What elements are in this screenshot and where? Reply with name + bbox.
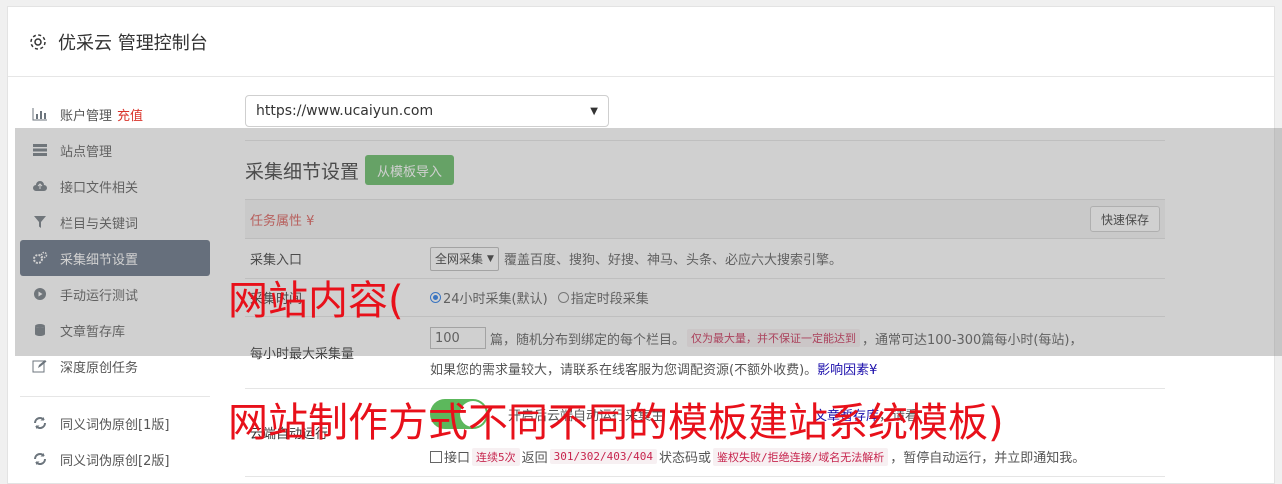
section-header: 采集细节设置 从模板导入	[245, 141, 1165, 199]
sidebar-item-synonym-v2[interactable]: 同义词伪原创[2版]	[20, 441, 210, 477]
row-time: 采集时间 24小时采集(默认) 指定时段采集	[245, 279, 1165, 317]
cloud-auto-toggle[interactable]	[430, 399, 488, 429]
sidebar-item-label: 手动运行测试	[60, 288, 139, 304]
task-properties-bar: 任务属性 ¥ 快速保存	[245, 199, 1165, 239]
filter-icon	[32, 215, 48, 229]
sidebar-item-collect-settings[interactable]: 采集细节设置	[20, 240, 210, 276]
import-template-button[interactable]: 从模板导入	[365, 155, 455, 185]
edit-icon	[32, 359, 48, 373]
play-circle-icon	[32, 287, 48, 301]
sidebar-item-interface[interactable]: 接口文件相关	[20, 168, 210, 204]
row-entry: 采集入口 全网采集 ▼ 覆盖百度、搜狗、好搜、神马、头条、必应六大搜索引擎。	[245, 239, 1165, 279]
site-select[interactable]: https://www.ucaiyun.com ▼	[245, 95, 609, 127]
row-label: 采集时间	[250, 292, 303, 307]
chevron-down-icon: ▼	[590, 105, 598, 117]
sidebar-item-label: 同义词伪原创[2版]	[60, 453, 170, 469]
max-text-1: 篇，随机分布到绑定的每个栏目。	[490, 332, 686, 348]
row-max-per-hour: 每小时最大采集量 100 篇，随机分布到绑定的每个栏目。 仅为最大量，并不保证一…	[245, 317, 1165, 389]
chevron-down-icon: ▼	[487, 253, 494, 264]
site-select-value: https://www.ucaiyun.com	[256, 103, 434, 119]
sidebar-item-label: 接口文件相关	[60, 180, 139, 196]
refresh-icon	[32, 452, 48, 466]
database-icon	[32, 323, 48, 337]
notify-code-b: 301/302/403/404	[549, 449, 657, 464]
entry-select[interactable]: 全网采集 ▼	[430, 246, 499, 271]
page-title: 优采云 管理控制台	[58, 32, 208, 54]
sidebar-item-deep-original[interactable]: 深度原创任务	[20, 348, 210, 384]
max-text-2: ，通常可达100-300篇每小时(每站)，	[862, 332, 1083, 348]
notify-code-c: 鉴权失败/拒绝连接/域名无法解析	[713, 447, 889, 466]
row-label: 每小时最大采集量	[250, 347, 355, 362]
radio-24h-label: 24小时采集(默认)	[443, 292, 548, 307]
sidebar-item-label: 深度原创任务	[60, 360, 139, 376]
cloud-text-2: ，请看	[879, 408, 919, 424]
sidebar-item-columns[interactable]: 栏目与关键词	[20, 204, 210, 240]
sidebar-item-label: 栏目与关键词	[60, 216, 139, 232]
refresh-icon	[32, 416, 48, 430]
sidebar-item-sites[interactable]: 站点管理	[20, 132, 210, 168]
cogs-icon	[32, 251, 48, 265]
sidebar-item-label: 采集细节设置	[60, 252, 139, 268]
notify-end: ，暂停自动运行，并立即通知我。	[890, 451, 1086, 466]
cloud-text-1: 开启后云端自动运行采集主	[508, 408, 665, 424]
max-per-hour-input[interactable]: 100	[430, 327, 486, 349]
task-properties-toggle[interactable]: 任务属性 ¥	[250, 210, 314, 229]
article-store-link[interactable]: 文章暂存库	[814, 405, 879, 424]
radio-timeslot[interactable]	[557, 292, 569, 303]
cloud-upload-icon	[32, 179, 48, 193]
sidebar-item-manual-run[interactable]: 手动运行测试	[20, 276, 210, 312]
recharge-link[interactable]: 充值	[117, 105, 143, 124]
row-label: 采集入口	[250, 253, 303, 268]
notify-mid-1: 返回	[521, 451, 548, 466]
sidebar-item-synonym-v1[interactable]: 同义词伪原创[1版]	[20, 405, 210, 441]
notify-prefix: 接口	[444, 451, 471, 466]
sidebar: 账户管理 充值 站点管理 接口文件相关 栏目与关键词 采集细节设置 手动运行测试	[20, 96, 210, 477]
sidebar-item-label: 文章暂存库	[60, 324, 126, 340]
sidebar-item-account[interactable]: 账户管理 充值	[20, 96, 210, 132]
radio-24h[interactable]	[430, 292, 441, 303]
notify-mid-2: 状态码或	[659, 451, 712, 466]
max-note: 仅为最大量，并不保证一定能达到	[687, 329, 861, 347]
page-header: 优采云 管理控制台	[8, 7, 1274, 77]
row-label: 云端自动运行	[250, 427, 329, 442]
bar-chart-icon	[32, 107, 48, 121]
quick-save-button[interactable]: 快速保存	[1089, 206, 1160, 232]
entry-description: 覆盖百度、搜狗、好搜、神马、头条、必应六大搜索引擎。	[503, 253, 842, 268]
sidebar-item-article-store[interactable]: 文章暂存库	[20, 312, 210, 348]
max-text-3: 如果您的需求量较大，请联系在线客服为您调配资源(不额外收费)。	[430, 363, 818, 378]
radio-timeslot-label: 指定时段采集	[570, 292, 649, 307]
sidebar-item-label: 账户管理	[60, 108, 113, 124]
section-title: 采集细节设置	[245, 160, 360, 183]
sidebar-divider	[20, 396, 210, 397]
factors-link[interactable]: 影响因素¥	[817, 359, 877, 378]
notify-checkbox[interactable]	[430, 450, 442, 463]
sidebar-item-label: 同义词伪原创[1版]	[60, 417, 170, 433]
notify-code-a: 连续5次	[472, 447, 520, 466]
row-cloud-auto: 云端自动运行 开启后云端自动运行采集主 文章暂存库 ，请看 接口 连续5次 返回…	[245, 389, 1165, 477]
sidebar-item-label: 站点管理	[60, 144, 113, 160]
server-icon	[32, 143, 48, 157]
gear-icon	[30, 33, 46, 50]
main-content: https://www.ucaiyun.com ▼ 采集细节设置 从模板导入 任…	[245, 95, 1165, 477]
